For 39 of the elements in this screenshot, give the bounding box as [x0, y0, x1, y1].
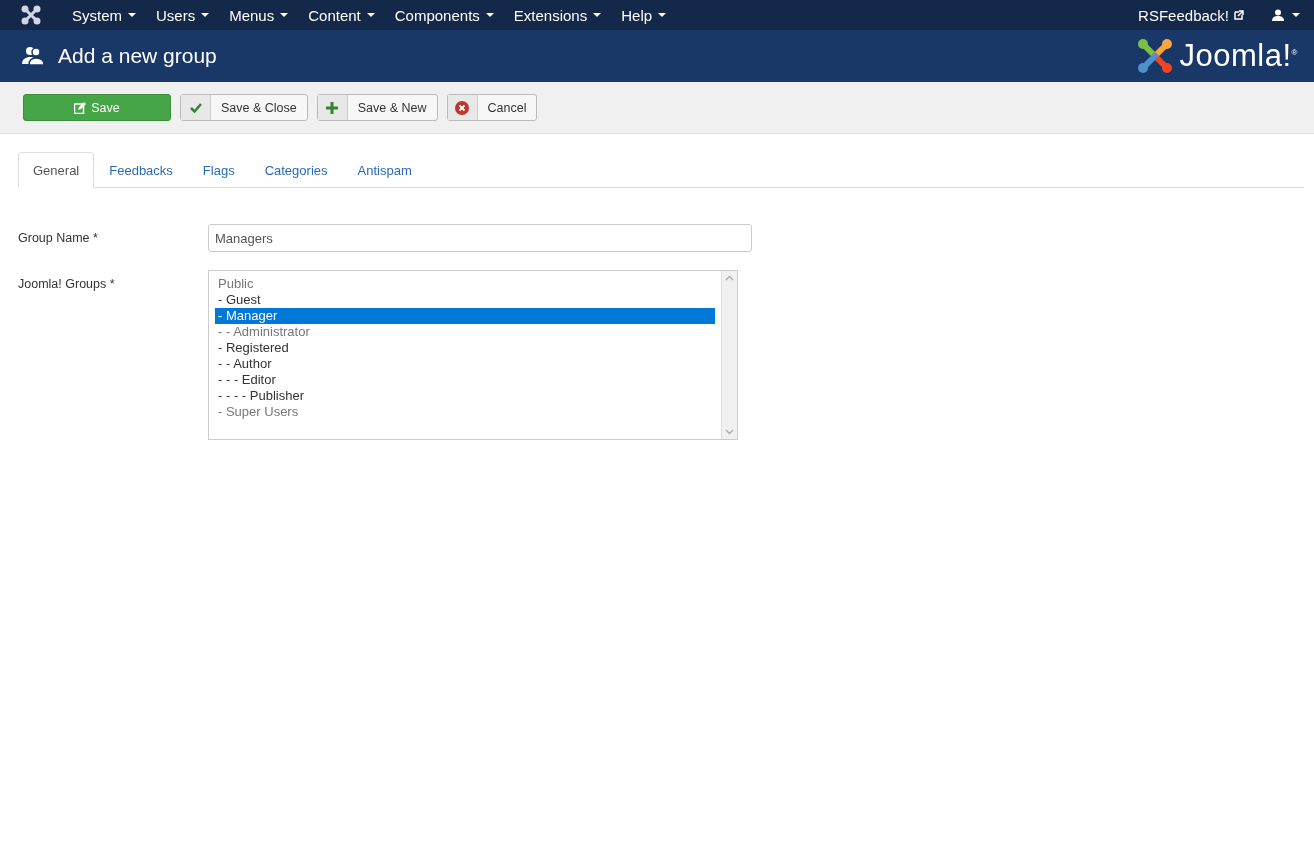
tab[interactable]: General	[18, 152, 95, 188]
toolbar-button[interactable]: Cancel	[446, 94, 538, 121]
cancel-icon	[455, 100, 469, 115]
field-label: Joomla! Groups *	[18, 276, 116, 293]
joomla-logo-icon	[1135, 37, 1174, 75]
user-menu[interactable]	[1272, 9, 1300, 21]
list-option[interactable]: - - Author	[215, 356, 715, 372]
list-option[interactable]: - - - Editor	[215, 372, 715, 388]
check-icon	[189, 102, 202, 113]
field-label: Group Name *	[18, 230, 99, 247]
menu-item[interactable]: Extensions	[503, 6, 612, 24]
menu-item[interactable]: Content	[298, 6, 385, 24]
logo-text: Joomla!$^{®}$	[1179, 38, 1298, 74]
list-option[interactable]: - Registered	[215, 340, 715, 356]
edit-icon	[74, 101, 87, 114]
menu-item[interactable]: Components	[384, 6, 504, 24]
toolbar-button[interactable]: Save & Close	[180, 94, 308, 121]
list-option[interactable]: - Manager	[215, 308, 715, 324]
tab[interactable]: Flags	[187, 152, 250, 188]
menu-item[interactable]: System	[62, 6, 146, 24]
scrollbar[interactable]	[721, 271, 737, 439]
list-option[interactable]: - - - - Publisher	[215, 388, 715, 404]
menu-item[interactable]: Menus	[219, 6, 299, 24]
scroll-down-icon[interactable]	[725, 429, 734, 435]
scroll-up-icon[interactable]	[725, 275, 734, 281]
users-icon	[22, 46, 44, 66]
page-title: Add a new group	[58, 44, 218, 68]
menu-item[interactable]: Help	[611, 6, 677, 24]
tab[interactable]: Feedbacks	[94, 152, 188, 188]
plus-icon	[326, 101, 339, 114]
list-option[interactable]: - Guest	[215, 292, 715, 308]
menu-item[interactable]: Users	[146, 6, 220, 24]
external-link-icon	[1234, 10, 1244, 20]
site-link[interactable]: RSFeedback!	[1138, 6, 1244, 24]
tab[interactable]: Antispam	[342, 152, 427, 188]
tab[interactable]: Categories	[249, 152, 343, 188]
group-name-field[interactable]: Managers	[208, 224, 752, 252]
toolbar-button[interactable]: Save & New	[316, 94, 438, 121]
joomla-logo-icon[interactable]	[20, 4, 42, 26]
